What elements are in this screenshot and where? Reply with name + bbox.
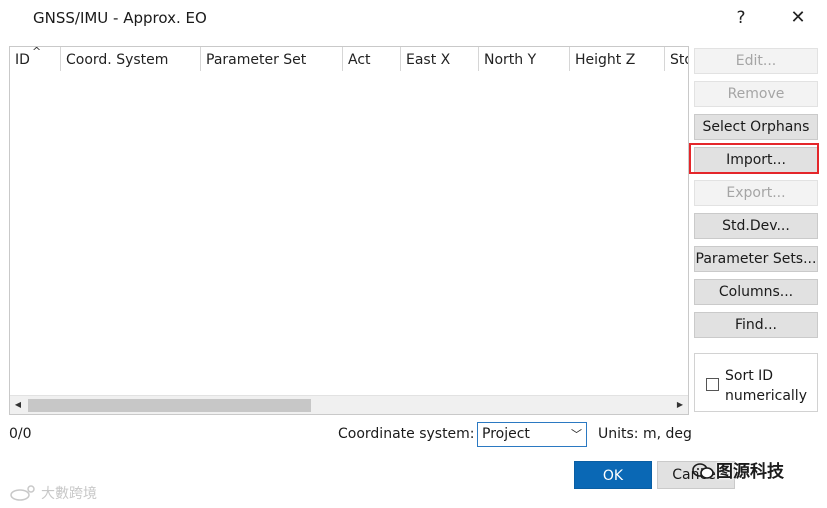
find-button[interactable]: Find... xyxy=(694,312,818,338)
coordinate-system-select[interactable]: Project ﹀ xyxy=(477,422,587,447)
column-header-parameter-set[interactable]: Parameter Set xyxy=(201,47,343,71)
coordinate-system-label: Coordinate system: xyxy=(338,426,475,442)
sort-numerically-label[interactable]: Sort ID numerically xyxy=(725,366,807,406)
scroll-left-icon[interactable]: ◀ xyxy=(12,399,24,411)
import-highlight-frame xyxy=(689,143,819,174)
data-grid[interactable]: ID ^ Coord. System Parameter Set Act Eas… xyxy=(9,46,689,415)
chevron-down-icon: ﹀ xyxy=(571,428,582,441)
parameter-sets-button[interactable]: Parameter Sets... xyxy=(694,246,818,272)
ok-button[interactable]: OK xyxy=(574,461,652,489)
help-button[interactable]: ? xyxy=(726,6,756,30)
wechat-icon xyxy=(692,463,714,479)
remove-button[interactable]: Remove xyxy=(694,81,818,107)
watermark-right: 图源科技 xyxy=(692,457,784,482)
horizontal-scrollbar[interactable]: ◀ ▶ xyxy=(10,395,688,414)
units-label: Units: m, deg xyxy=(598,426,692,442)
scroll-right-icon[interactable]: ▶ xyxy=(674,399,686,411)
sort-ascending-icon: ^ xyxy=(32,47,42,58)
column-header-id[interactable]: ID ^ xyxy=(10,47,61,71)
export-button[interactable]: Export... xyxy=(694,180,818,206)
close-button[interactable]: ✕ xyxy=(783,6,813,30)
columns-button[interactable]: Columns... xyxy=(694,279,818,305)
column-header-east-x[interactable]: East X xyxy=(401,47,479,71)
title-bar: GNSS/IMU - Approx. EO ? ✕ xyxy=(0,0,827,36)
scroll-thumb[interactable] xyxy=(28,399,311,412)
sort-options-group: Sort ID numerically xyxy=(694,353,818,412)
edit-button[interactable]: Edit... xyxy=(694,48,818,74)
column-header-coord-system[interactable]: Coord. System xyxy=(61,47,201,71)
window-title: GNSS/IMU - Approx. EO xyxy=(33,9,207,27)
column-header-height-z[interactable]: Height Z xyxy=(570,47,665,71)
grid-header: ID ^ Coord. System Parameter Set Act Eas… xyxy=(10,47,688,71)
sort-numerically-checkbox[interactable] xyxy=(706,378,719,391)
select-orphans-button[interactable]: Select Orphans xyxy=(694,114,818,140)
column-header-north-y[interactable]: North Y xyxy=(479,47,570,71)
record-count: 0/0 xyxy=(9,426,32,442)
column-header-std[interactable]: Std xyxy=(665,47,688,71)
std-dev-button[interactable]: Std.Dev... xyxy=(694,213,818,239)
weibo-icon xyxy=(10,485,35,501)
watermark-left: 大數跨境 xyxy=(9,483,97,503)
column-header-act[interactable]: Act xyxy=(343,47,401,71)
